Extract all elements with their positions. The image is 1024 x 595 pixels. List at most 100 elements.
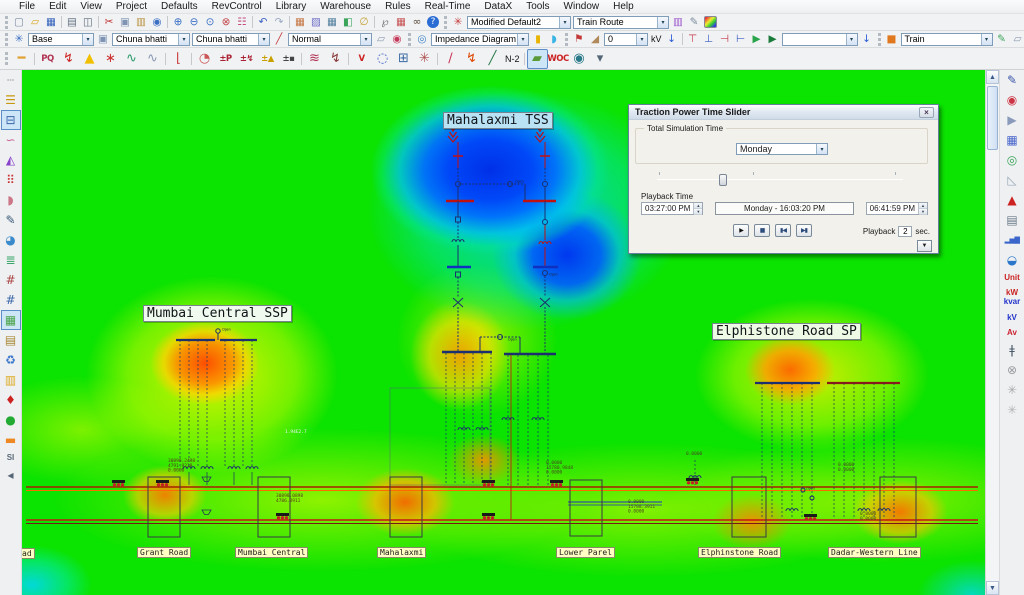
scroll-down-icon[interactable]: ▼ xyxy=(986,581,999,595)
chevron-down-icon[interactable]: ▾ xyxy=(258,34,269,45)
collapse-toolbar-icon[interactable]: ◂ xyxy=(1,465,21,485)
motor-acceleration-icon[interactable]: ∗ xyxy=(100,49,121,69)
menu-real-time[interactable]: Real-Time xyxy=(418,0,478,14)
train-combo[interactable]: Train▾ xyxy=(901,33,993,46)
spinner-arrows-icon[interactable]: ▲▼ xyxy=(693,203,702,214)
alarm-bell-icon[interactable]: ▲ xyxy=(1002,190,1022,210)
legend-colors-icon[interactable]: ▥ xyxy=(670,15,686,30)
menu-window[interactable]: Window xyxy=(557,0,607,14)
si-units-label[interactable]: SI xyxy=(7,453,15,462)
chevron-down-icon[interactable]: ▾ xyxy=(360,34,371,45)
menu-tools[interactable]: Tools xyxy=(519,0,556,14)
chevron-down-icon[interactable]: ▾ xyxy=(517,34,528,45)
track-station-label[interactable]: Lower Parel xyxy=(556,547,615,558)
menu-datax[interactable]: DataX xyxy=(477,0,519,14)
format-painter-icon[interactable]: ◉ xyxy=(149,15,165,30)
menu-help[interactable]: Help xyxy=(606,0,641,14)
chevron-down-icon[interactable]: ▾ xyxy=(636,34,647,45)
station-title-label[interactable]: Elphistone Road SP xyxy=(712,323,861,340)
close-icon[interactable]: × xyxy=(919,107,934,118)
study-case-combo[interactable]: Chuna bhatti▾ xyxy=(192,33,270,46)
chevron-down-icon[interactable]: ▾ xyxy=(981,34,992,45)
element-state-icon[interactable]: ǂ xyxy=(1002,340,1022,360)
comment-icon[interactable]: ◗ xyxy=(546,32,562,47)
duplicate-train-icon[interactable]: ▱ xyxy=(1010,32,1024,47)
route-pen-icon[interactable]: ✎ xyxy=(1002,70,1022,90)
mahalaxmi-tss-diagram[interactable] xyxy=(390,128,558,520)
unit-toggle[interactable]: Unit xyxy=(1004,273,1020,282)
globe-rainbow-icon[interactable]: ◕ xyxy=(1,230,21,250)
track-station-label[interactable]: Grant Road xyxy=(137,547,191,558)
dashboard-icon[interactable]: ▦ xyxy=(1002,130,1022,150)
paste-study-icon[interactable]: ▱ xyxy=(373,32,389,47)
chevron-down-icon[interactable]: ▾ xyxy=(178,34,189,45)
scroll-up-icon[interactable]: ▲ xyxy=(986,70,999,84)
node-analysis-icon[interactable]: ⊞ xyxy=(393,49,414,69)
bus-merge-icon[interactable]: ⊤ xyxy=(685,32,701,47)
help-icon[interactable]: ? xyxy=(427,16,439,28)
layers-icon[interactable]: ≣ xyxy=(1,250,21,270)
start-time-spinner[interactable]: 03:27:00 PM ▲▼ xyxy=(641,202,703,215)
kv-toggle[interactable]: kV xyxy=(1007,313,1017,322)
lock-icon[interactable]: ∅ xyxy=(356,15,372,30)
etrax-train-icon[interactable]: ▰ xyxy=(527,49,548,69)
diagram-globe-icon[interactable]: ◎ xyxy=(414,32,430,47)
star-tcc-icon[interactable]: ⌊ xyxy=(168,49,189,69)
track-station-label[interactable]: Mahalaxmi xyxy=(377,547,426,558)
binoculars-icon[interactable]: ∞ xyxy=(409,15,425,30)
menu-defaults[interactable]: Defaults xyxy=(154,0,205,14)
amp-volt-toggle[interactable]: Av xyxy=(1007,328,1017,337)
battery-sizing-icon[interactable]: ±▪ xyxy=(278,49,299,69)
cable-raceway-icon[interactable]: ∽ xyxy=(1,130,21,150)
menu-warehouse[interactable]: Warehouse xyxy=(313,0,378,14)
unbalanced-lf-icon[interactable]: ≋ xyxy=(304,49,325,69)
apply-voltage-icon[interactable]: ↓ xyxy=(664,32,680,47)
study-view-combo[interactable]: Chuna bhatti▾ xyxy=(112,33,190,46)
pause-button[interactable]: ▮▮ xyxy=(754,224,770,237)
grouping-icon[interactable]: ▥ xyxy=(1,370,21,390)
save-icon[interactable]: ▦ xyxy=(43,15,59,30)
bullet-train-icon[interactable]: ▶ xyxy=(1002,110,1022,130)
sequence-sc-icon[interactable]: ↯ xyxy=(461,49,482,69)
train-globe-icon[interactable]: ◉ xyxy=(1002,90,1022,110)
menu-edit[interactable]: Edit xyxy=(42,0,73,14)
track-station-label[interactable]: Elphinstone Road xyxy=(698,547,781,558)
apply-filter-icon[interactable]: ↓ xyxy=(859,32,875,47)
dumpster-icon[interactable]: ♻ xyxy=(1,350,21,370)
scrollbar-thumb[interactable] xyxy=(987,86,998,150)
step-back-button[interactable]: ▮◀ xyxy=(775,224,791,237)
harmonic-filter-icon[interactable]: ±▲ xyxy=(257,49,278,69)
control-panel-icon[interactable]: ⠿ xyxy=(1,170,21,190)
key-icon[interactable]: ℘ xyxy=(377,15,393,30)
data-exchange-icon[interactable]: ◉ xyxy=(389,32,405,47)
time-slider[interactable] xyxy=(657,172,903,186)
bus-split-icon[interactable]: ⊥ xyxy=(701,32,717,47)
playback-interval-input[interactable] xyxy=(898,226,912,237)
zoom-in-icon[interactable]: ⊕ xyxy=(170,15,186,30)
schedule-icon[interactable]: ▤ xyxy=(1,330,21,350)
presentation-star-icon[interactable]: ✳ xyxy=(450,15,466,30)
menu-library[interactable]: Library xyxy=(269,0,314,14)
calendar-icon[interactable]: ▦ xyxy=(393,15,409,30)
filter-combo[interactable]: ▾ xyxy=(782,33,858,46)
woc-icon[interactable]: WOC xyxy=(548,49,569,69)
station-boxes[interactable] xyxy=(148,477,916,537)
step-forward-button[interactable]: ▶▮ xyxy=(796,224,812,237)
globe-train-icon[interactable]: ◉ xyxy=(569,49,590,69)
stylus-icon[interactable]: ✎ xyxy=(1,210,21,230)
display-options-icon[interactable]: ▦ xyxy=(292,15,308,30)
train-case-icon[interactable]: ■ xyxy=(884,32,900,47)
network-icon[interactable]: # xyxy=(1,290,21,310)
align-left-icon[interactable]: ⊣ xyxy=(717,32,733,47)
edit-oneline-icon[interactable]: ⊟ xyxy=(1,110,21,130)
track-station-label[interactable]: ad xyxy=(22,548,35,559)
menu-file[interactable]: File xyxy=(12,0,42,14)
star-network-icon[interactable]: ✳ xyxy=(414,49,435,69)
ramp-icon[interactable]: ◺ xyxy=(1002,170,1022,190)
redo-icon[interactable]: ↷ xyxy=(271,15,287,30)
train-route-combo[interactable]: Train Route▾ xyxy=(573,16,669,29)
substation-icon[interactable]: # xyxy=(1,270,21,290)
toolbar-overflow-icon[interactable]: ▾ xyxy=(590,49,611,69)
project-tree-icon[interactable]: ☰ xyxy=(1,90,21,110)
zoom-extents-icon[interactable]: ⊗ xyxy=(218,15,234,30)
